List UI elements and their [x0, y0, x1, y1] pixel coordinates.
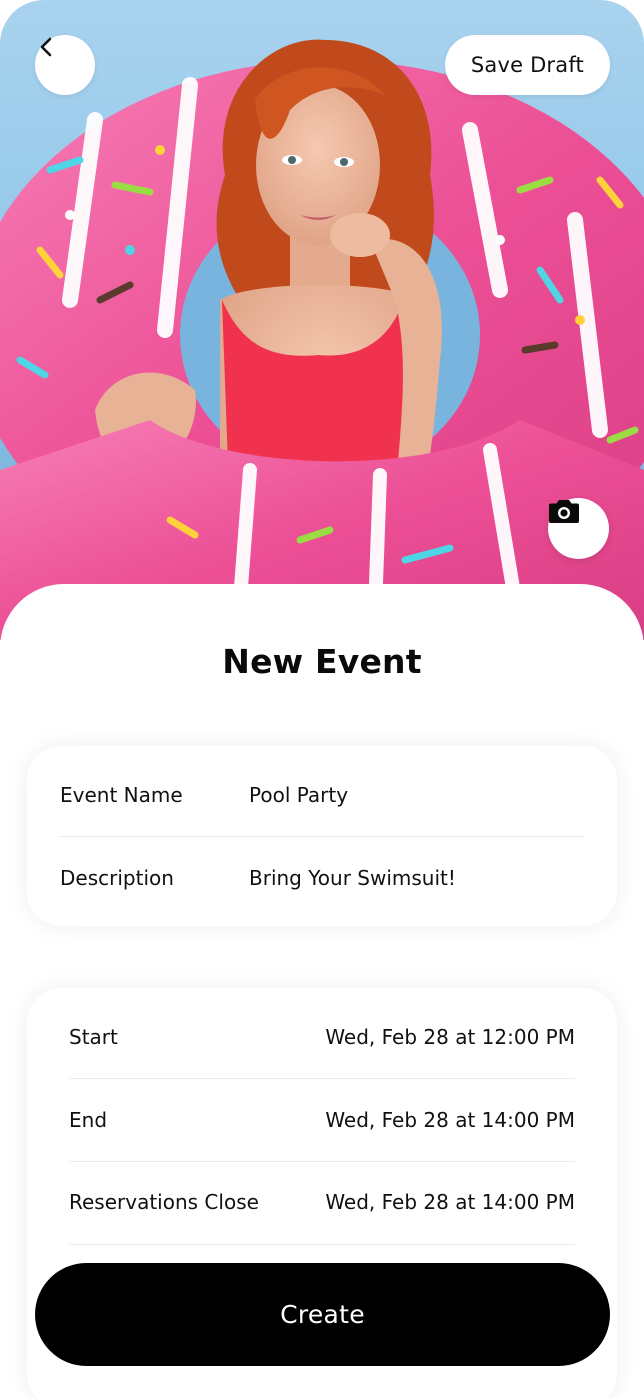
event-name-label: Event Name [60, 783, 183, 807]
start-value[interactable]: Wed, Feb 28 at 12:00 PM [325, 1025, 575, 1049]
create-button[interactable]: Create [35, 1263, 610, 1366]
reservations-close-value[interactable]: Wed, Feb 28 at 14:00 PM [325, 1190, 575, 1214]
change-photo-button[interactable] [548, 498, 609, 559]
reservations-close-row[interactable]: Reservations Close Wed, Feb 28 at 14:00 … [69, 1161, 575, 1243]
description-row[interactable]: Description Bring Your Swimsuit! [60, 837, 584, 919]
camera-icon [549, 500, 579, 523]
divider [69, 1244, 575, 1245]
save-draft-button[interactable]: Save Draft [444, 35, 610, 95]
event-cover-photo[interactable]: Save Draft [0, 0, 644, 640]
description-field[interactable]: Bring Your Swimsuit! [249, 866, 456, 890]
back-button[interactable] [35, 35, 95, 95]
end-value[interactable]: Wed, Feb 28 at 14:00 PM [325, 1108, 575, 1132]
description-label: Description [60, 866, 174, 890]
event-name-row[interactable]: Event Name Pool Party [60, 754, 584, 836]
end-label: End [69, 1108, 108, 1132]
event-name-field[interactable]: Pool Party [249, 783, 348, 807]
new-event-screen: Save Draft New Event Event Name Pool Par… [0, 0, 644, 1400]
start-time-row[interactable]: Start Wed, Feb 28 at 12:00 PM [69, 996, 575, 1078]
chevron-left-icon [40, 37, 52, 57]
start-label: Start [69, 1025, 118, 1049]
reservations-close-label: Reservations Close [69, 1190, 259, 1214]
event-details-card: Event Name Pool Party Description Bring … [27, 746, 617, 926]
page-title: New Event [222, 642, 422, 681]
end-time-row[interactable]: End Wed, Feb 28 at 14:00 PM [69, 1079, 575, 1161]
cover-photo-illustration [0, 39, 644, 640]
